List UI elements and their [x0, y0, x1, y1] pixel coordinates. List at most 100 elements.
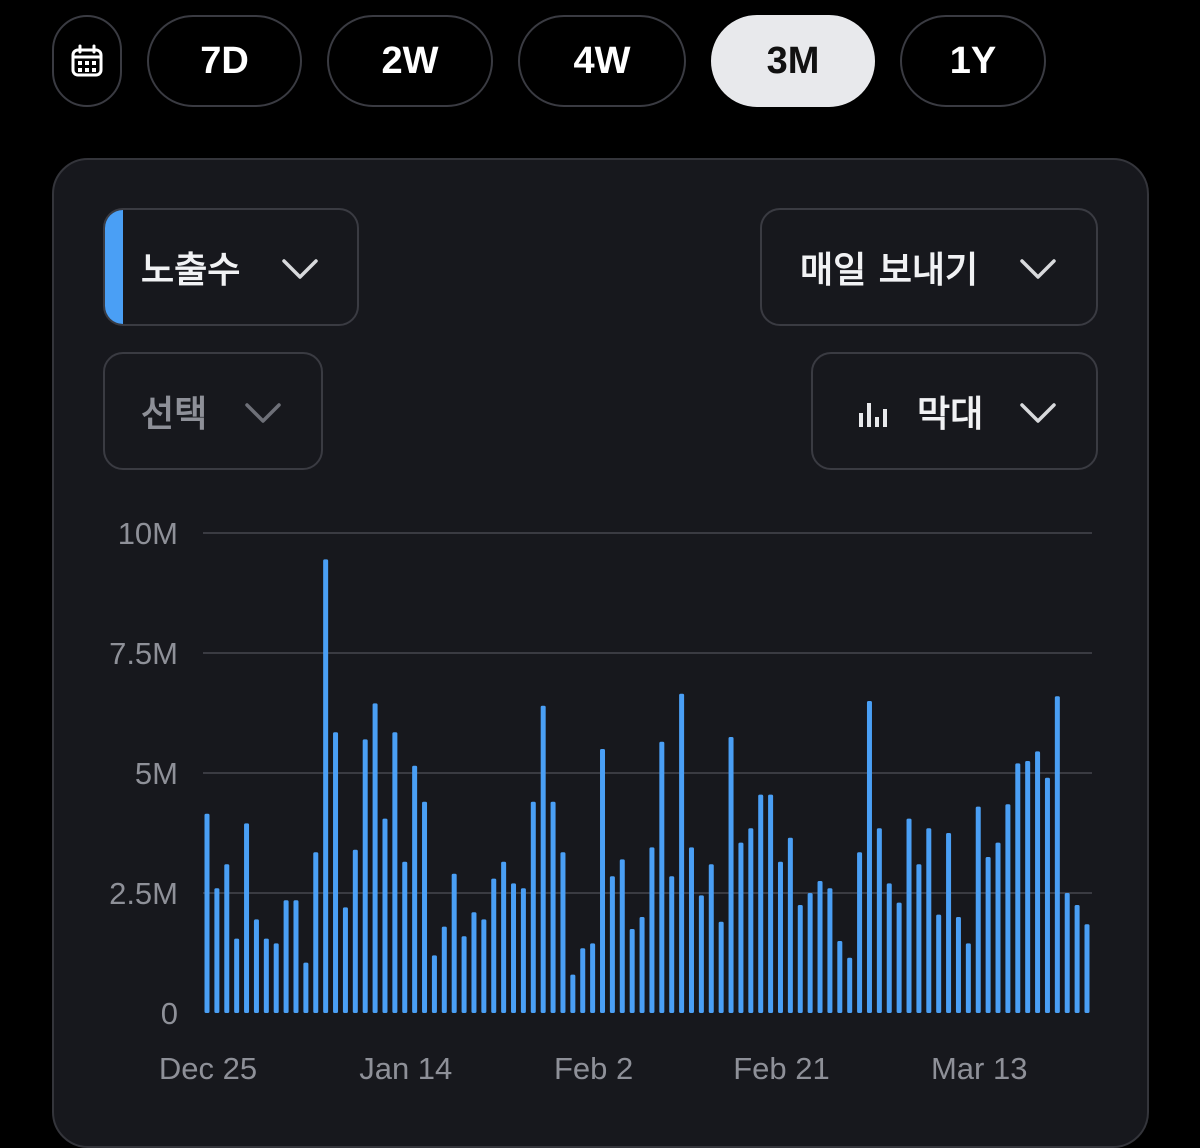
- bar[interactable]: [431, 955, 437, 1013]
- bar[interactable]: [906, 818, 912, 1013]
- bar[interactable]: [481, 919, 487, 1013]
- bar[interactable]: [768, 794, 774, 1013]
- bar[interactable]: [511, 883, 517, 1013]
- x-tick-label: Feb 2: [554, 1051, 633, 1086]
- bar[interactable]: [520, 888, 526, 1013]
- bar[interactable]: [422, 801, 428, 1013]
- bar[interactable]: [352, 849, 358, 1013]
- bar[interactable]: [1005, 804, 1011, 1013]
- bar[interactable]: [501, 861, 507, 1013]
- bar[interactable]: [392, 732, 398, 1013]
- bar[interactable]: [718, 921, 724, 1013]
- bar[interactable]: [876, 828, 882, 1013]
- bar[interactable]: [975, 806, 981, 1013]
- x-tick-label: Feb 21: [733, 1051, 830, 1086]
- bar[interactable]: [580, 948, 586, 1013]
- bar[interactable]: [728, 737, 734, 1013]
- bar[interactable]: [688, 847, 694, 1013]
- x-tick-label: Mar 13: [931, 1051, 1027, 1086]
- bar[interactable]: [857, 852, 863, 1013]
- bar[interactable]: [471, 912, 477, 1013]
- bar[interactable]: [817, 881, 823, 1013]
- bar[interactable]: [936, 914, 942, 1013]
- bar[interactable]: [263, 938, 269, 1013]
- y-tick-label: 7.5M: [109, 636, 178, 671]
- x-tick-label: Jan 14: [359, 1051, 452, 1086]
- bar[interactable]: [362, 739, 368, 1013]
- bar[interactable]: [837, 941, 843, 1013]
- x-tick-label: Dec 25: [159, 1051, 257, 1086]
- bar[interactable]: [372, 703, 378, 1013]
- bar[interactable]: [550, 801, 556, 1013]
- bar[interactable]: [590, 943, 596, 1013]
- bar[interactable]: [530, 801, 536, 1013]
- bar[interactable]: [1084, 924, 1090, 1013]
- bar[interactable]: [333, 732, 339, 1013]
- bar[interactable]: [995, 842, 1001, 1013]
- bar[interactable]: [540, 705, 546, 1013]
- bar[interactable]: [214, 888, 220, 1013]
- y-tick-label: 0: [161, 996, 178, 1031]
- bar[interactable]: [224, 864, 230, 1013]
- bar[interactable]: [313, 852, 319, 1013]
- bar[interactable]: [748, 828, 754, 1013]
- bar[interactable]: [777, 861, 783, 1013]
- bar[interactable]: [382, 818, 388, 1013]
- bar[interactable]: [234, 938, 240, 1013]
- bar[interactable]: [619, 859, 625, 1013]
- bar[interactable]: [708, 864, 714, 1013]
- bar[interactable]: [412, 765, 418, 1013]
- bar[interactable]: [639, 917, 645, 1013]
- bar[interactable]: [253, 919, 259, 1013]
- bar[interactable]: [787, 837, 793, 1013]
- bar[interactable]: [609, 876, 615, 1013]
- bar[interactable]: [323, 559, 329, 1013]
- bar[interactable]: [402, 861, 408, 1013]
- bar[interactable]: [847, 957, 853, 1013]
- bar[interactable]: [491, 878, 497, 1013]
- bar[interactable]: [204, 813, 210, 1013]
- bar[interactable]: [560, 852, 566, 1013]
- bar[interactable]: [916, 864, 922, 1013]
- bar[interactable]: [797, 905, 803, 1013]
- bar[interactable]: [451, 873, 457, 1013]
- bar[interactable]: [1015, 763, 1021, 1013]
- bar[interactable]: [244, 823, 250, 1013]
- bar[interactable]: [461, 936, 467, 1013]
- y-tick-label: 5M: [135, 756, 178, 791]
- bar[interactable]: [679, 693, 685, 1013]
- bar[interactable]: [946, 833, 952, 1013]
- bar[interactable]: [758, 794, 764, 1013]
- bar[interactable]: [926, 828, 932, 1013]
- bar[interactable]: [896, 902, 902, 1013]
- bar[interactable]: [283, 900, 289, 1013]
- bar[interactable]: [342, 907, 348, 1013]
- bar[interactable]: [659, 741, 665, 1013]
- bar[interactable]: [866, 701, 872, 1013]
- bar[interactable]: [965, 943, 971, 1013]
- bar[interactable]: [649, 847, 655, 1013]
- bar[interactable]: [807, 893, 813, 1013]
- bar[interactable]: [985, 857, 991, 1013]
- bar[interactable]: [1054, 696, 1060, 1013]
- bar[interactable]: [955, 917, 961, 1013]
- bar[interactable]: [441, 926, 447, 1013]
- bar[interactable]: [698, 895, 704, 1013]
- impressions-bar-chart: 0 2.5M 5M 7.5M 10M Dec 25 Jan 14 Feb 2 Feb 21 Ma…: [109, 516, 1092, 1086]
- bar[interactable]: [669, 876, 675, 1013]
- bar[interactable]: [293, 900, 299, 1013]
- bar[interactable]: [570, 974, 576, 1013]
- bar[interactable]: [886, 883, 892, 1013]
- bar[interactable]: [1064, 893, 1070, 1013]
- bar[interactable]: [827, 888, 833, 1013]
- bar[interactable]: [600, 749, 606, 1013]
- y-tick-label: 10M: [118, 516, 178, 551]
- bar[interactable]: [273, 943, 279, 1013]
- bar[interactable]: [1044, 777, 1050, 1013]
- bar[interactable]: [738, 842, 744, 1013]
- bar[interactable]: [629, 929, 635, 1013]
- bar[interactable]: [1074, 905, 1080, 1013]
- bar[interactable]: [303, 962, 309, 1013]
- bar[interactable]: [1025, 761, 1031, 1013]
- bar[interactable]: [1035, 751, 1041, 1013]
